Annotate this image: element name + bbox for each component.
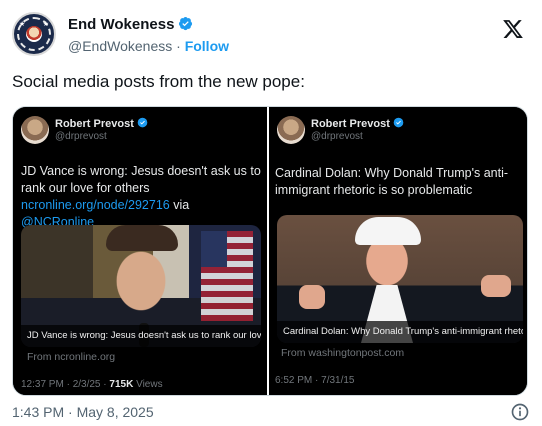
embedded-text-via: via xyxy=(169,198,190,212)
tweet-text: Social media posts from the new pope: xyxy=(12,72,305,91)
embedded-handle: @drprevost xyxy=(55,131,107,142)
tweet-header: ★ ★ End Wokeness @EndWokeness · Follow xyxy=(12,8,530,60)
info-icon[interactable] xyxy=(510,402,530,422)
separator-dot: · xyxy=(176,38,181,54)
embedded-post-text: JD Vance is wrong: Jesus doesn't ask us … xyxy=(21,163,265,231)
views-count: 715K xyxy=(109,379,134,390)
embedded-link-image: Cardinal Dolan: Why Donald Trump's anti-… xyxy=(277,215,523,343)
verified-badge-icon xyxy=(179,16,193,31)
link-source: From ncronline.org xyxy=(27,351,116,363)
embedded-post-left[interactable]: Robert Prevost @drprevost JD Vance is wr… xyxy=(13,107,268,395)
embedded-post-right[interactable]: Robert Prevost @drprevost Cardinal Dolan… xyxy=(271,107,527,395)
embedded-post-text: Cardinal Dolan: Why Donald Trump's anti-… xyxy=(275,166,509,197)
embedded-author-name: Robert Prevost xyxy=(311,117,404,130)
embedded-link-image: JD Vance is wrong: Jesus doesn't ask us … xyxy=(21,225,261,347)
post-meta: 12:37 PM · 2/3/25 · 715K Views xyxy=(21,379,163,390)
embedded-author-name-text: Robert Prevost xyxy=(55,118,134,130)
views-label: Views xyxy=(133,379,163,390)
verified-badge-icon xyxy=(137,117,148,128)
author-handle-line: @EndWokeness · Follow xyxy=(68,38,229,54)
author-handle[interactable]: @EndWokeness xyxy=(68,38,172,54)
image-caption: JD Vance is wrong: Jesus doesn't ask us … xyxy=(21,325,261,347)
link-source: From washingtonpost.com xyxy=(281,347,405,359)
follow-button[interactable]: Follow xyxy=(185,38,229,54)
author-name[interactable]: End Wokeness xyxy=(68,16,193,33)
author-avatar[interactable]: ★ ★ xyxy=(12,12,56,56)
embedded-avatar xyxy=(277,116,305,144)
embedded-text-plain: JD Vance is wrong: Jesus doesn't ask us … xyxy=(21,164,261,195)
embedded-avatar xyxy=(21,116,49,144)
tweet-timestamp[interactable]: 1:43 PM · May 8, 2025 xyxy=(12,404,154,420)
media-grid[interactable]: Robert Prevost @drprevost JD Vance is wr… xyxy=(12,106,528,396)
media-divider xyxy=(267,107,269,395)
image-caption: Cardinal Dolan: Why Donald Trump's anti-… xyxy=(277,321,523,343)
post-time: 12:37 PM · 2/3/25 · xyxy=(21,379,110,390)
embedded-link-url: ncronline.org/node/292716 xyxy=(21,198,170,212)
embedded-handle: @drprevost xyxy=(311,131,363,142)
author-name-text[interactable]: End Wokeness xyxy=(68,16,174,33)
embedded-author-name: Robert Prevost xyxy=(55,117,148,130)
post-time: 6:52 PM · 7/31/15 xyxy=(275,375,355,386)
verified-badge-icon xyxy=(393,117,404,128)
x-logo-icon[interactable] xyxy=(502,18,524,40)
embedded-author-name-text: Robert Prevost xyxy=(311,118,390,130)
